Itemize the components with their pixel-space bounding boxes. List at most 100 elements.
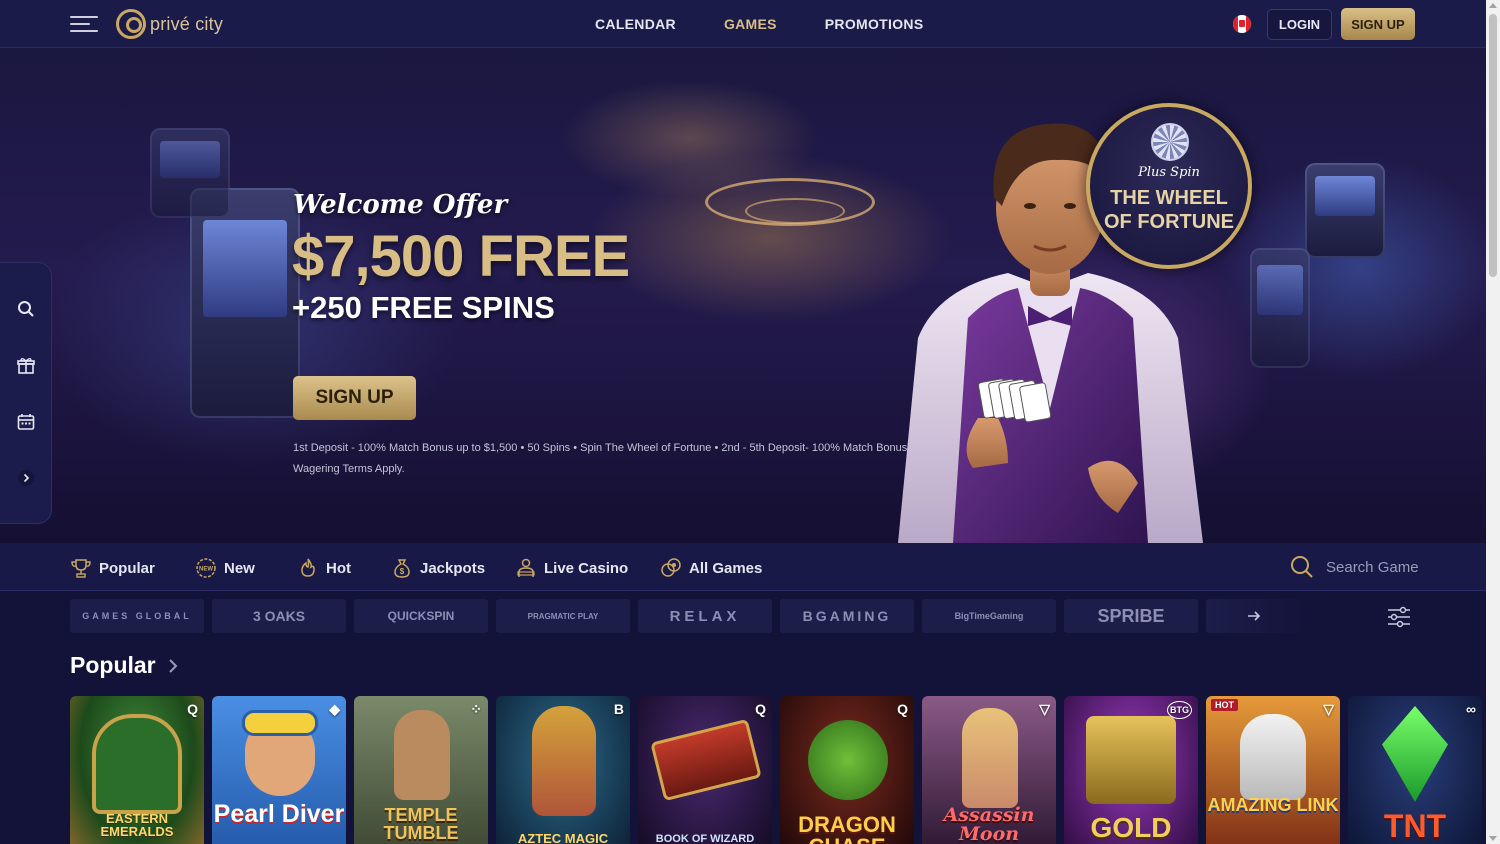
game-tile[interactable]: BTG GOLD <box>1064 696 1198 844</box>
popular-section-title[interactable]: Popular <box>70 652 178 679</box>
game-title: Pearl Diver <box>213 800 345 828</box>
nav-games[interactable]: GAMES <box>724 16 777 32</box>
chevron-right-icon[interactable] <box>15 467 37 489</box>
diving-mask-illustration <box>242 710 318 736</box>
provider-mark: ∞ <box>1466 701 1476 717</box>
game-tile[interactable]: ▽ Assassin Moon <box>922 696 1056 844</box>
game-tile[interactable]: ∞ TNT <box>1348 696 1482 844</box>
provider-mark: ▽ <box>1039 701 1050 717</box>
category-live-casino[interactable]: Live Casino <box>515 556 628 580</box>
svg-text:$: $ <box>400 567 405 576</box>
game-tile[interactable]: ◆ Pearl Diver <box>212 696 346 844</box>
main-nav: CALENDAR GAMES PROMOTIONS <box>595 0 923 48</box>
provider-pragmatic-play[interactable]: PRAGMATIC PLAY <box>496 599 630 633</box>
badge-title-line: THE WHEEL <box>1110 187 1228 209</box>
provider-mark: Q <box>755 701 766 717</box>
game-title: TNT <box>1383 808 1447 844</box>
provider-bgaming[interactable]: BGAMING <box>780 599 914 633</box>
provider-quickspin[interactable]: QUICKSPIN <box>354 599 488 633</box>
provider-strip: GAMES GLOBAL 3 OAKS QUICKSPIN PRAGMATIC … <box>0 592 1486 642</box>
page: privé city CALENDAR GAMES PROMOTIONS LOG… <box>0 0 1500 844</box>
flame-icon <box>301 558 315 577</box>
game-title: Assassin Moon <box>943 804 1035 844</box>
game-title: BOOK OF WIZARD <box>655 833 755 844</box>
badge-subtitle: Plus Spin <box>1138 165 1200 180</box>
category-hot[interactable]: Hot <box>297 556 351 580</box>
scroll-down-arrow-icon[interactable] <box>1489 836 1497 841</box>
free-spins-label: +250 FREE SPINS <box>292 290 555 325</box>
nav-calendar[interactable]: CALENDAR <box>595 16 676 32</box>
game-tile[interactable]: ⁘ TEMPLE TUMBLE <box>354 696 488 844</box>
provider-mark: Q <box>187 701 198 717</box>
game-tile[interactable]: B AZTEC MAGIC <box>496 696 630 844</box>
provider-bigtimegaming[interactable]: BigTimeGaming <box>922 599 1056 633</box>
game-title: EASTERN EMERALDS <box>100 811 174 839</box>
category-all-games[interactable]: All Games <box>660 556 762 580</box>
game-tile[interactable]: Q BOOK OF WIZARD <box>638 696 772 844</box>
search-game-field[interactable]: Search Game <box>1290 553 1419 581</box>
canada-flag-icon[interactable] <box>1233 15 1251 33</box>
game-category-bar: Popular NEW New Hot $ Jackpots Live Casi… <box>0 543 1486 591</box>
bonus-amount: $7,500 FREE <box>292 224 630 289</box>
frog-illustration <box>808 720 888 800</box>
signup-button[interactable]: SIGN UP <box>1341 8 1415 40</box>
lamp-ring-decoration <box>745 198 845 224</box>
slot-machine-illustration <box>1250 248 1310 368</box>
emerald-frame <box>92 714 182 814</box>
provider-mark: Q <box>897 701 908 717</box>
game-tile[interactable]: Q DRAGON CHASE <box>780 696 914 844</box>
provider-mark: ⁘ <box>470 701 482 717</box>
provider-mark: ▽ <box>1323 701 1334 717</box>
chevron-right-icon <box>168 658 178 673</box>
category-label: Popular <box>99 559 155 577</box>
wheel-icon <box>1151 123 1189 161</box>
category-label: Live Casino <box>544 559 629 577</box>
provider-relax[interactable]: RELAX <box>638 599 772 633</box>
scroll-up-arrow-icon[interactable] <box>1489 3 1497 8</box>
login-button[interactable]: LOGIN <box>1267 9 1332 40</box>
gift-icon[interactable] <box>15 355 37 377</box>
calendar-icon[interactable] <box>15 411 37 433</box>
logo-text: privé city <box>150 13 224 34</box>
provider-games-global[interactable]: GAMES GLOBAL <box>70 599 204 633</box>
game-title: DRAGON CHASE <box>798 812 896 844</box>
arrow-right-icon <box>1248 611 1261 621</box>
assassin-illustration <box>962 708 1018 808</box>
filter-sliders-icon[interactable] <box>1386 606 1412 632</box>
game-title: GOLD <box>1090 812 1172 843</box>
provider-next-button[interactable] <box>1206 599 1306 633</box>
game-title: TEMPLE TUMBLE <box>383 805 459 843</box>
side-quick-menu <box>0 262 52 524</box>
page-scrollbar[interactable] <box>1486 0 1500 844</box>
nav-promotions[interactable]: PROMOTIONS <box>825 16 924 32</box>
game-tile[interactable]: HOT ▽ AMAZING LINK <box>1206 696 1340 844</box>
category-label: New <box>224 559 255 577</box>
badge-title-line: OF FORTUNE <box>1104 211 1234 233</box>
category-label: All Games <box>689 559 763 577</box>
hamburger-menu-icon[interactable] <box>70 15 98 33</box>
emerald-gem-illustration <box>1382 706 1448 802</box>
provider-spribe[interactable]: SPRIBE <box>1064 599 1198 633</box>
wheel-of-fortune-badge: Plus Spin THE WHEEL OF FORTUNE <box>1086 103 1252 269</box>
section-title-text: Popular <box>70 652 156 678</box>
popular-games-row: Q EASTERN EMERALDS ◆ Pearl Diver ⁘ TEMPL… <box>70 696 1486 844</box>
money-bag-icon: $ <box>394 559 410 578</box>
hero-signup-button[interactable]: SIGN UP <box>293 376 416 420</box>
scrollbar-thumb[interactable] <box>1489 14 1497 277</box>
category-new[interactable]: NEW New <box>195 556 255 580</box>
category-popular[interactable]: Popular <box>70 556 155 580</box>
category-label: Jackpots <box>420 559 486 577</box>
search-icon <box>1291 556 1313 578</box>
game-title: AZTEC MAGIC <box>517 831 609 844</box>
slot-machine-illustration <box>150 128 230 218</box>
game-tile[interactable]: Q EASTERN EMERALDS <box>70 696 204 844</box>
provider-mark: ◆ <box>329 701 340 717</box>
trophy-icon <box>71 559 91 578</box>
category-jackpots[interactable]: $ Jackpots <box>391 556 485 580</box>
dealer-icon <box>517 558 535 577</box>
provider-3-oaks[interactable]: 3 OAKS <box>212 599 346 633</box>
top-navigation-bar: privé city CALENDAR GAMES PROMOTIONS LOG… <box>0 0 1486 48</box>
logo-mark-icon <box>116 9 146 39</box>
search-icon[interactable] <box>15 298 37 320</box>
logo[interactable]: privé city <box>116 8 223 40</box>
